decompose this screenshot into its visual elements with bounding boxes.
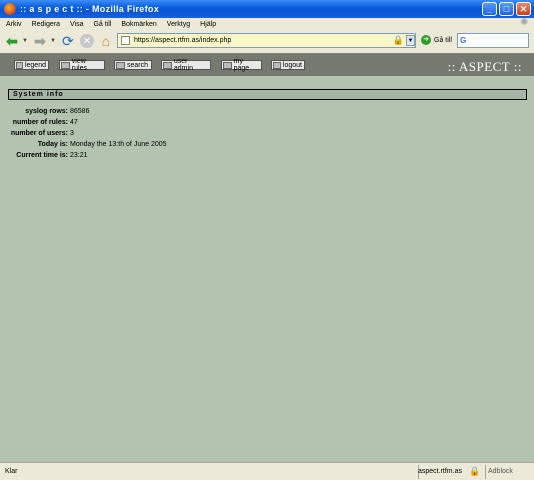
nav-view-rules-link[interactable]: view rules — [59, 58, 105, 72]
info-value: 47 — [70, 119, 78, 126]
url-dropdown-icon[interactable]: ▼ — [406, 35, 415, 46]
nav-search-label: search — [127, 61, 149, 69]
nav-user-admin-label: user admin — [173, 58, 193, 72]
nav-view-rules-label: view rules — [71, 58, 87, 72]
throbber-icon: ✺ — [520, 17, 529, 28]
nav-search-link[interactable]: search — [114, 60, 152, 70]
menu-visa[interactable]: Visa — [70, 21, 84, 28]
menu-square-icon — [163, 61, 172, 69]
info-value: Monday the 13:th of June 2005 — [70, 141, 167, 148]
google-search-icon: G — [460, 36, 467, 45]
site-header-bar: legend view rules search user admin my p… — [0, 54, 534, 76]
search-input[interactable]: G — [457, 33, 529, 48]
info-value: 86586 — [70, 108, 90, 115]
info-label: number of rules: — [12, 119, 68, 126]
info-label: Current time is: — [16, 152, 68, 159]
status-text: Klar — [5, 468, 18, 475]
go-button[interactable]: ➜ Gå till — [421, 35, 452, 45]
back-dropdown-icon[interactable]: ▼ — [22, 38, 28, 44]
page-content: legend view rules search user admin my p… — [0, 53, 534, 462]
window-title: :: a s p e c t :: - Mozilla Firefox — [20, 4, 160, 14]
nav-legend-label: legend — [24, 61, 46, 69]
status-host: aspect.rtfm.as — [418, 468, 462, 475]
minimize-button[interactable]: _ — [482, 2, 497, 16]
status-lock-icon[interactable]: 🔒 — [469, 466, 480, 477]
menu-arkiv[interactable]: Arkiv — [6, 21, 22, 28]
info-value: 23:21 — [70, 152, 88, 159]
menu-square-icon — [223, 61, 232, 69]
nav-legend-link[interactable]: legend — [14, 60, 49, 70]
info-label: syslog rows: — [25, 108, 68, 115]
menu-square-icon — [61, 61, 70, 69]
adblock-button[interactable]: Adblock — [488, 468, 513, 475]
status-divider — [485, 465, 486, 479]
menu-square-icon — [273, 61, 281, 69]
maximize-button[interactable]: □ — [499, 2, 514, 16]
address-bar[interactable]: https://aspect.rtfm.as/index.php 🔒 ▼ — [117, 33, 416, 48]
forward-dropdown-icon[interactable]: ▼ — [50, 38, 56, 44]
info-label: number of users: — [10, 130, 68, 137]
nav-my-page-label: my page — [233, 58, 250, 72]
status-bar: Klar aspect.rtfm.as 🔒 Adblock — [0, 462, 534, 480]
address-input[interactable]: https://aspect.rtfm.as/index.php — [134, 37, 393, 44]
lock-icon[interactable]: 🔒 — [393, 35, 404, 46]
menu-hjalp[interactable]: Hjälp — [200, 21, 216, 28]
reload-icon[interactable]: ⟳ — [59, 32, 77, 50]
menu-ga-till[interactable]: Gå till — [93, 21, 111, 28]
menu-bokmarken[interactable]: Bokmärken — [121, 21, 156, 28]
close-button[interactable]: ✕ — [516, 2, 531, 16]
home-icon[interactable]: ⌂ — [97, 32, 115, 50]
info-value: 3 — [70, 130, 74, 137]
nav-logout-label: logout — [282, 61, 302, 69]
section-header: System info — [8, 89, 527, 100]
nav-logout-link[interactable]: logout — [271, 60, 305, 70]
aspect-logo: :: ASPECT :: — [447, 59, 522, 74]
forward-arrow-icon[interactable]: ➡ — [31, 32, 49, 50]
menu-redigera[interactable]: Redigera — [32, 21, 60, 28]
go-label: Gå till — [434, 36, 452, 44]
menu-square-icon — [116, 61, 125, 69]
window-title-bar[interactable]: :: a s p e c t :: - Mozilla Firefox _ □ … — [0, 0, 534, 18]
nav-user-admin-link[interactable]: user admin — [161, 58, 211, 72]
page-favicon-icon — [121, 36, 130, 45]
firefox-icon — [4, 3, 16, 15]
menu-square-icon — [16, 61, 23, 69]
stop-icon[interactable]: ✕ — [79, 34, 94, 48]
back-arrow-icon[interactable]: ⬅ — [3, 32, 21, 50]
go-arrow-icon: ➜ — [421, 35, 431, 45]
menu-bar: Arkiv Redigera Visa Gå till Bokmärken Ve… — [0, 18, 534, 30]
info-label: Today is: — [37, 141, 68, 148]
menu-verktyg[interactable]: Verktyg — [167, 21, 190, 28]
nav-my-page-link[interactable]: my page — [221, 58, 262, 72]
